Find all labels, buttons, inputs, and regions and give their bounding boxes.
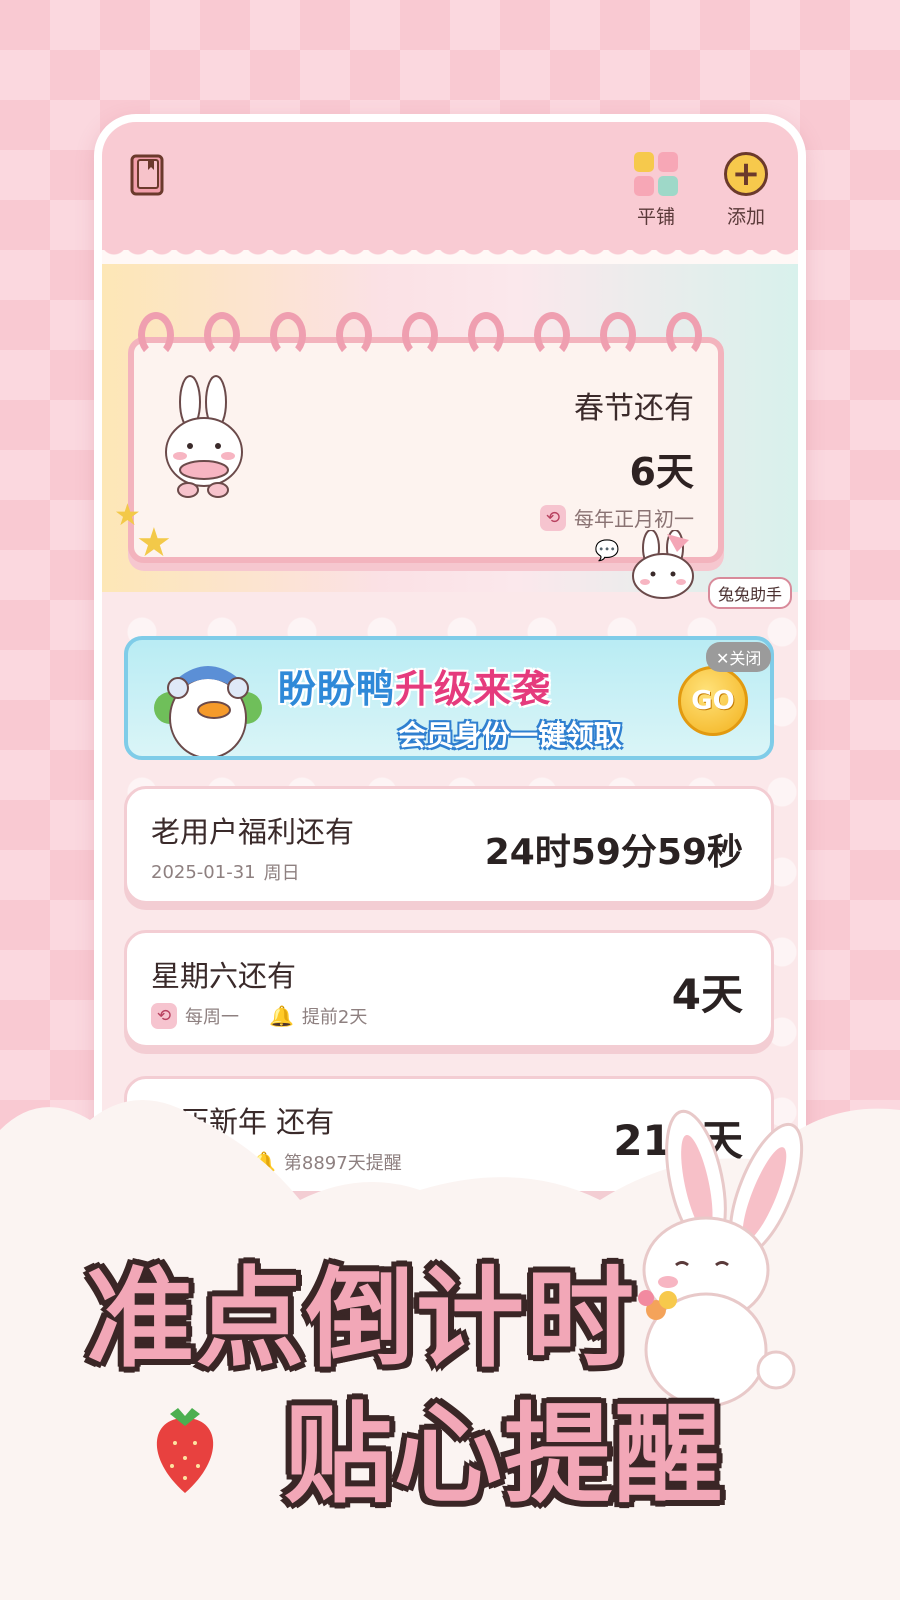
repeat-icon: ⟲ — [151, 1003, 177, 1029]
close-banner-button[interactable]: ✕关闭 — [706, 642, 772, 672]
banner-title: 盼盼鸭升级来袭 — [278, 658, 551, 713]
item-title: 老用户福利还有 — [151, 815, 355, 849]
featured-title: 春节还有 — [574, 391, 694, 426]
tile-view-button[interactable]: 平铺 — [624, 152, 688, 229]
banner-subtitle: 会员身份一键领取 — [398, 719, 623, 752]
bell-icon: 🔔 — [269, 1004, 294, 1028]
banner-title-part1: 盼盼鸭 — [278, 667, 396, 711]
repeat-icon: ⟲ — [540, 504, 566, 531]
featured-repeat: ⟲ 每年正月初一 — [540, 503, 694, 532]
item-meta: ⟲ 每周一 🔔 提前2天 — [151, 1003, 367, 1029]
item-value: 24时59分59秒 — [484, 832, 743, 873]
banner-title-highlight: 升级来袭 — [395, 667, 552, 711]
book-icon[interactable] — [130, 154, 166, 198]
item-repeat: 每周一 — [185, 1007, 239, 1028]
plus-icon: + — [724, 152, 768, 196]
assistant-label: 兔兔助手 — [707, 577, 792, 609]
featured-repeat-text: 每年正月初一 — [574, 507, 694, 531]
item-title: 星期六还有 — [151, 959, 297, 993]
tile-view-label: 平铺 — [636, 206, 675, 228]
add-button[interactable]: + 添加 — [714, 152, 778, 229]
item-weekday: 周日 — [263, 863, 300, 884]
headline-line2: 贴心提醒 — [284, 1393, 725, 1518]
promo-banner[interactable]: 盼盼鸭升级来袭 会员身份一键领取 GO — [124, 636, 774, 760]
assistant-widget[interactable]: 💬 兔兔助手 — [595, 529, 792, 609]
duck-mascot-icon — [154, 666, 262, 756]
featured-days: 6天 — [629, 450, 694, 494]
notebook-rings — [138, 312, 738, 362]
item-meta: 2025-01-31 周日 — [151, 859, 300, 885]
list-item[interactable]: 星期六还有 ⟲ 每周一 🔔 提前2天 4天 — [124, 930, 774, 1048]
app-header: 平铺 + 添加 — [102, 122, 798, 250]
bunny-illustration — [165, 375, 243, 498]
headline-line1: 准点倒计时 — [86, 1257, 637, 1382]
item-value: 4天 — [671, 970, 743, 1019]
strawberry-icon — [156, 1408, 214, 1493]
item-remind: 提前2天 — [301, 1007, 368, 1028]
list-item[interactable]: 老用户福利还有 2025-01-31 周日 24时59分59秒 — [124, 786, 774, 904]
item-date: 2025-01-31 — [151, 861, 256, 883]
assistant-bunny-icon — [631, 529, 694, 599]
grid-icon — [634, 152, 678, 196]
star-icon: ★ — [136, 520, 172, 566]
go-button[interactable]: GO — [678, 666, 748, 736]
header-scallop-edge — [102, 242, 798, 264]
add-label: 添加 — [726, 206, 765, 228]
chat-bubble-icon: 💬 — [594, 538, 620, 562]
